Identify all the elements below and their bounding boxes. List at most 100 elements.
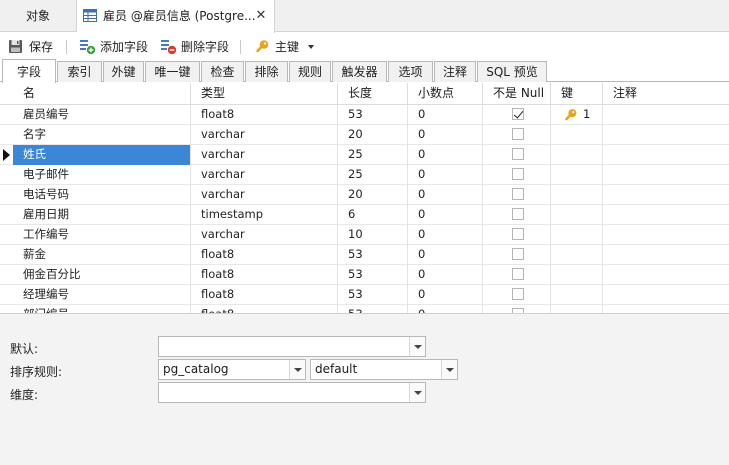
cell-comment[interactable] [602,105,729,125]
cell-length[interactable]: 20 [337,125,407,145]
column-header[interactable]: 注释 [602,83,729,105]
column-header[interactable]: 名 [13,83,190,105]
primary-key-button[interactable]: 主键 [254,36,316,58]
default-combo[interactable] [158,336,426,357]
chevron-down-icon[interactable] [409,337,425,356]
cell-length[interactable]: 10 [337,225,407,245]
column-header[interactable]: 长度 [337,83,407,105]
table-row[interactable]: 名字 varchar 20 0 [0,125,729,145]
cell-decimal[interactable]: 0 [407,225,482,245]
cell-comment[interactable] [602,165,729,185]
cell-comment[interactable] [602,265,729,285]
cell-name[interactable]: 姓氏 [13,145,190,165]
cell-key[interactable] [550,125,602,145]
cell-comment[interactable] [602,305,729,313]
cell-name[interactable]: 工作编号 [13,225,190,245]
not-null-checkbox[interactable] [512,248,524,260]
cell-key[interactable] [550,185,602,205]
not-null-checkbox[interactable] [512,208,524,220]
cell-type[interactable]: varchar [190,125,337,145]
cell-decimal[interactable]: 0 [407,305,482,313]
chevron-down-icon[interactable] [289,360,305,379]
dimension-combo[interactable] [158,382,426,403]
table-row[interactable]: 电子邮件 varchar 25 0 [0,165,729,185]
cell-type[interactable]: varchar [190,165,337,185]
cell-decimal[interactable]: 0 [407,165,482,185]
delete-field-button[interactable]: 删除字段 [160,36,230,58]
cell-length[interactable]: 53 [337,265,407,285]
column-header[interactable]: 键 [550,83,602,105]
not-null-checkbox[interactable] [512,188,524,200]
cell-name[interactable]: 电子邮件 [13,165,190,185]
tab-objects[interactable]: 对象 [0,0,77,32]
cell-key[interactable] [550,145,602,165]
table-row[interactable]: 姓氏 varchar 25 0 [0,145,729,165]
table-row[interactable]: 部门编号float8530 [0,305,729,313]
tab-table-designer[interactable]: 雇员 @雇员信息 (Postgre... ✕ [77,0,275,33]
cell-decimal[interactable]: 0 [407,125,482,145]
cell-name[interactable]: 名字 [13,125,190,145]
close-icon[interactable]: ✕ [254,0,268,32]
table-row[interactable]: 佣金百分比 float8 53 0 [0,265,729,285]
cell-comment[interactable] [602,225,729,245]
table-row[interactable]: 雇员编号 float8 53 0 1 [0,105,729,125]
tab-5[interactable]: 排除 [245,61,288,82]
cell-length[interactable]: 53 [337,305,407,313]
cell-name[interactable]: 电话号码 [13,185,190,205]
chevron-down-icon[interactable] [308,45,314,49]
not-null-checkbox[interactable] [512,288,524,300]
cell-comment[interactable] [602,285,729,305]
column-header[interactable]: 小数点 [407,83,482,105]
not-null-checkbox[interactable] [512,108,524,120]
tab-10[interactable]: SQL 预览 [477,61,547,82]
tab-9[interactable]: 注释 [434,61,476,82]
tab-3[interactable]: 唯一键 [145,61,200,82]
cell-type[interactable]: float8 [190,105,337,125]
cell-key[interactable] [550,225,602,245]
cell-type[interactable]: varchar [190,185,337,205]
cell-length[interactable]: 53 [337,105,407,125]
cell-decimal[interactable]: 0 [407,105,482,125]
tab-1[interactable]: 索引 [57,61,102,82]
chevron-down-icon[interactable] [441,360,457,379]
cell-key[interactable] [550,245,602,265]
collation-schema-combo[interactable]: pg_catalog [158,359,306,380]
add-field-button[interactable]: 添加字段 [79,36,149,58]
cell-length[interactable]: 20 [337,185,407,205]
cell-key[interactable] [550,305,602,313]
not-null-checkbox[interactable] [512,148,524,160]
table-row[interactable]: 电话号码 varchar 20 0 [0,185,729,205]
cell-type[interactable]: timestamp [190,205,337,225]
cell-type[interactable]: float8 [190,245,337,265]
table-row[interactable]: 经理编号 float8 53 0 [0,285,729,305]
cell-comment[interactable] [602,185,729,205]
tab-7[interactable]: 触发器 [332,61,387,82]
cell-length[interactable]: 53 [337,245,407,265]
cell-name[interactable]: 雇用日期 [13,205,190,225]
tab-4[interactable]: 检查 [201,61,244,82]
cell-decimal[interactable]: 0 [407,285,482,305]
cell-decimal[interactable]: 0 [407,245,482,265]
not-null-checkbox[interactable] [512,128,524,140]
cell-name[interactable]: 雇员编号 [13,105,190,125]
table-row[interactable]: 薪金 float8 53 0 [0,245,729,265]
cell-length[interactable]: 53 [337,285,407,305]
cell-key[interactable] [550,205,602,225]
cell-length[interactable]: 6 [337,205,407,225]
cell-decimal[interactable]: 0 [407,145,482,165]
cell-type[interactable]: float8 [190,285,337,305]
cell-decimal[interactable]: 0 [407,185,482,205]
cell-decimal[interactable]: 0 [407,265,482,285]
cell-type[interactable]: float8 [190,265,337,285]
tab-2[interactable]: 外键 [103,61,144,82]
column-header[interactable]: 类型 [190,83,337,105]
cell-name[interactable]: 佣金百分比 [13,265,190,285]
cell-decimal[interactable]: 0 [407,205,482,225]
not-null-checkbox[interactable] [512,168,524,180]
cell-type[interactable]: float8 [190,305,337,313]
tab-0[interactable]: 字段 [2,59,56,83]
not-null-checkbox[interactable] [512,228,524,240]
column-header[interactable]: 不是 Null [482,83,550,105]
save-button[interactable]: 保存 [8,36,58,58]
chevron-down-icon[interactable] [409,383,425,402]
